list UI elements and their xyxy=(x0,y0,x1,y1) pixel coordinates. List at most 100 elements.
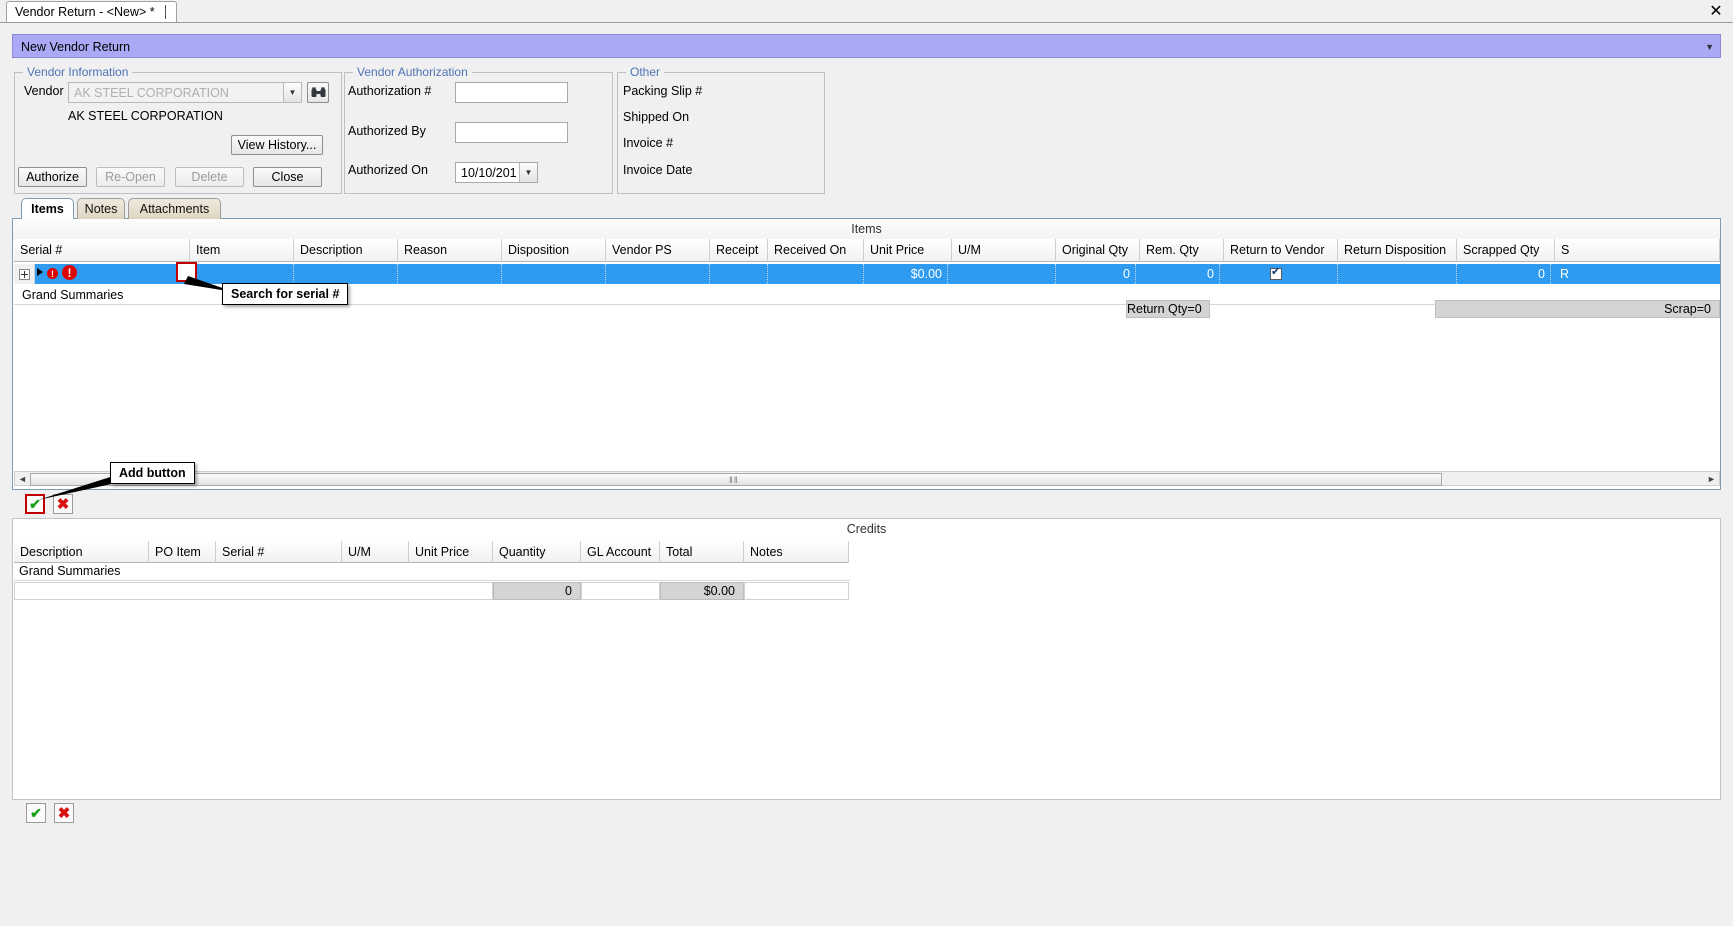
cell-original-qty[interactable]: 0 xyxy=(1056,264,1136,284)
page-title: New Vendor Return xyxy=(21,40,131,54)
authorized-on-datepicker[interactable]: 10/10/201 ▼ xyxy=(455,162,538,183)
row-pointer-icon xyxy=(37,268,43,276)
grand-summaries-label: Grand Summaries xyxy=(22,288,124,302)
x-icon: ✖ xyxy=(56,495,70,513)
column-header-scrapped-qty[interactable]: Scrapped Qty xyxy=(1457,239,1555,262)
authorize-button[interactable]: Authorize xyxy=(18,167,87,187)
document-tab-label: Vendor Return - <New> * xyxy=(15,5,155,19)
tab-notes[interactable]: Notes xyxy=(77,198,125,219)
credits-grid-panel: Credits Description PO Item Serial # U/M… xyxy=(12,518,1721,800)
items-add-button[interactable]: ✔ xyxy=(25,494,45,514)
cell-receipt[interactable] xyxy=(710,264,768,284)
chevron-down-icon[interactable]: ▼ xyxy=(1705,35,1714,59)
cell-scrapped-extra[interactable]: R xyxy=(1555,264,1720,284)
items-grid-caption: Items xyxy=(13,219,1720,240)
authorization-number-input[interactable] xyxy=(455,82,568,103)
cell-return-disposition[interactable] xyxy=(1338,264,1457,284)
scroll-right-icon[interactable]: ► xyxy=(1704,472,1719,485)
credits-summary-notes xyxy=(744,582,849,600)
error-icon[interactable]: ! xyxy=(47,268,58,279)
cell-scrapped-qty[interactable]: 0 xyxy=(1457,264,1551,284)
callout-add-button: Add button xyxy=(110,462,195,484)
cell-unit-price[interactable]: $0.00 xyxy=(864,264,948,284)
column-header-credit-serial[interactable]: Serial # xyxy=(216,541,342,563)
column-header-received-on[interactable]: Received On xyxy=(768,239,864,262)
column-header-disposition[interactable]: Disposition xyxy=(502,239,606,262)
page-title-bar: New Vendor Return ▼ xyxy=(12,34,1721,58)
return-to-vendor-checkbox[interactable] xyxy=(1270,266,1282,280)
cell-reason[interactable] xyxy=(398,264,502,284)
cell-return-to-vendor[interactable] xyxy=(1224,264,1338,284)
column-header-serial-number[interactable]: Serial # xyxy=(14,239,190,262)
checkmark-icon: ✔ xyxy=(29,496,41,512)
summary-scrap: Scrap=0 xyxy=(1435,300,1720,318)
credits-add-button[interactable]: ✔ xyxy=(26,803,46,823)
column-header-scrapped-extra[interactable]: S xyxy=(1555,239,1720,262)
tab-attachments[interactable]: Attachments xyxy=(128,198,221,219)
credits-summary-total: $0.00 xyxy=(660,582,744,600)
authorization-number-label: Authorization # xyxy=(348,84,432,98)
summary-return-qty: Return Qty=0 xyxy=(1126,300,1210,318)
vendor-authorization-legend: Vendor Authorization xyxy=(353,65,472,79)
column-header-unit-price[interactable]: Unit Price xyxy=(864,239,952,262)
column-header-credit-description[interactable]: Description xyxy=(14,541,149,563)
cell-disposition[interactable] xyxy=(502,264,606,284)
authorized-by-label: Authorized By xyxy=(348,124,426,138)
cell-rem-qty[interactable]: 0 xyxy=(1140,264,1220,284)
cell-description[interactable] xyxy=(294,264,398,284)
column-header-item[interactable]: Item xyxy=(190,239,294,262)
cell-vendor-ps[interactable] xyxy=(606,264,710,284)
column-header-po-item[interactable]: PO Item xyxy=(149,541,216,563)
packing-slip-label: Packing Slip # xyxy=(623,84,703,98)
cell-item[interactable] xyxy=(190,264,294,284)
binoculars-icon xyxy=(311,87,325,97)
items-horizontal-scrollbar[interactable]: ◄ ‖‖ ► xyxy=(14,471,1720,486)
items-scrollbar-thumb[interactable]: ‖‖ xyxy=(30,473,1442,486)
window-tab-strip: Vendor Return - <New> * ✕ xyxy=(0,0,1733,23)
cell-received-on[interactable] xyxy=(768,264,864,284)
column-header-vendor-ps[interactable]: Vendor PS xyxy=(606,239,710,262)
column-header-credit-unit-price[interactable]: Unit Price xyxy=(409,541,493,563)
tab-items[interactable]: Items xyxy=(21,198,74,219)
chevron-down-icon[interactable]: ▼ xyxy=(283,83,301,102)
column-header-um[interactable]: U/M xyxy=(952,239,1056,262)
other-legend: Other xyxy=(626,65,665,79)
column-header-receipt[interactable]: Receipt xyxy=(710,239,768,262)
chevron-down-icon[interactable]: ▼ xyxy=(519,163,537,182)
column-header-rem-qty[interactable]: Rem. Qty xyxy=(1140,239,1224,262)
close-icon[interactable]: ✕ xyxy=(1707,2,1725,20)
text-cursor xyxy=(164,5,166,19)
view-history-button[interactable]: View History... xyxy=(231,135,323,155)
invoice-date-label: Invoice Date xyxy=(623,163,693,177)
authorized-by-input[interactable] xyxy=(455,122,568,143)
plus-icon[interactable] xyxy=(18,268,30,280)
vendor-combobox[interactable]: AK STEEL CORPORATION ▼ xyxy=(68,82,302,103)
document-tab-vendor-return[interactable]: Vendor Return - <New> * xyxy=(6,1,177,22)
column-header-reason[interactable]: Reason xyxy=(398,239,502,262)
column-header-credit-notes[interactable]: Notes xyxy=(744,541,849,563)
delete-button: Delete xyxy=(175,167,244,187)
column-header-original-qty[interactable]: Original Qty xyxy=(1056,239,1140,262)
items-delete-button[interactable]: ✖ xyxy=(53,494,73,514)
column-header-return-disposition[interactable]: Return Disposition xyxy=(1338,239,1457,262)
column-header-description[interactable]: Description xyxy=(294,239,398,262)
vendor-label: Vendor xyxy=(24,84,64,98)
column-header-quantity[interactable]: Quantity xyxy=(493,541,581,563)
column-header-return-to-vendor[interactable]: Return to Vendor xyxy=(1224,239,1338,262)
vendor-search-button[interactable] xyxy=(307,82,329,103)
close-button[interactable]: Close xyxy=(253,167,322,187)
reopen-button: Re-Open xyxy=(96,167,165,187)
column-header-credit-um[interactable]: U/M xyxy=(342,541,409,563)
scroll-left-icon[interactable]: ◄ xyxy=(15,472,30,485)
row-expander[interactable] xyxy=(14,264,35,284)
error-icon[interactable]: ! xyxy=(62,265,77,280)
credits-grand-summaries-label: Grand Summaries xyxy=(19,564,121,578)
credits-delete-button[interactable]: ✖ xyxy=(54,803,74,823)
credits-grid-caption: Credits xyxy=(13,519,1720,539)
column-header-total[interactable]: Total xyxy=(660,541,744,563)
credits-grand-summaries-row: Grand Summaries xyxy=(14,562,850,581)
cell-um[interactable] xyxy=(952,264,1056,284)
vendor-name-display: AK STEEL CORPORATION xyxy=(68,109,223,123)
column-header-gl-account[interactable]: GL Account xyxy=(581,541,660,563)
credits-summary-gl xyxy=(581,582,660,600)
